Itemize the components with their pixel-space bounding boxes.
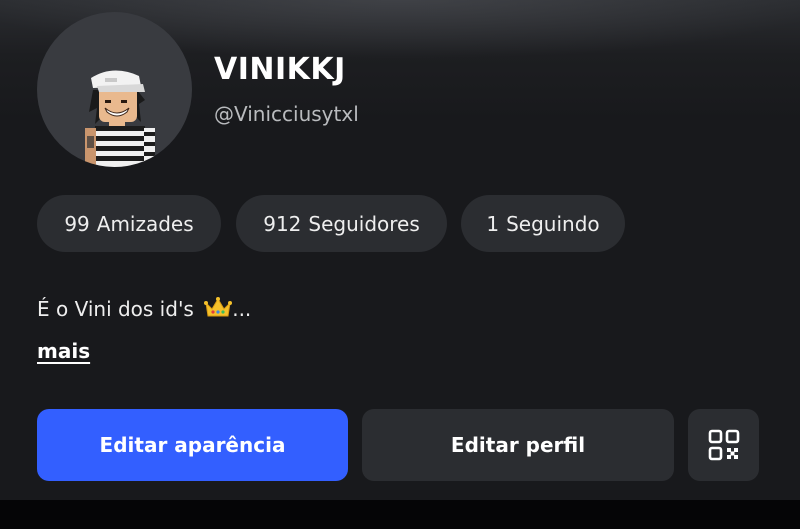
edit-profile-button[interactable]: Editar perfil — [362, 409, 674, 481]
more-link[interactable]: mais — [37, 339, 90, 363]
friends-label: Amizades — [96, 211, 194, 236]
bio-content: É o Vini dos id's — [37, 297, 194, 321]
bottom-bar — [0, 500, 800, 529]
followers-label: Seguidores — [308, 211, 420, 236]
qr-code-icon — [708, 429, 739, 461]
edit-appearance-button[interactable]: Editar aparência — [37, 409, 348, 481]
crown-emoji-icon — [204, 297, 233, 317]
edit-appearance-label: Editar aparência — [99, 433, 286, 457]
avatar-character-icon — [85, 70, 155, 167]
qr-code-button[interactable] — [688, 409, 759, 481]
following-stat-button[interactable]: 1 Seguindo — [461, 195, 625, 252]
bio-ellipsis: ... — [232, 297, 252, 321]
bio-text: É o Vini dos id's ... — [37, 297, 251, 321]
followers-stat-button[interactable]: 912 Seguidores — [236, 195, 447, 252]
following-count: 1 — [486, 211, 500, 236]
username: @Vinicciusytxl — [214, 102, 359, 126]
friends-count: 99 — [64, 211, 90, 236]
friends-stat-button[interactable]: 99 Amizades — [37, 195, 221, 252]
following-label: Seguindo — [506, 211, 600, 236]
edit-profile-label: Editar perfil — [450, 433, 586, 457]
profile-header: VINIKKJ @Vinicciusytxl 99 Amizades 912 S… — [0, 0, 800, 500]
avatar[interactable] — [37, 12, 192, 167]
display-name: VINIKKJ — [214, 52, 346, 87]
followers-count: 912 — [263, 211, 302, 236]
